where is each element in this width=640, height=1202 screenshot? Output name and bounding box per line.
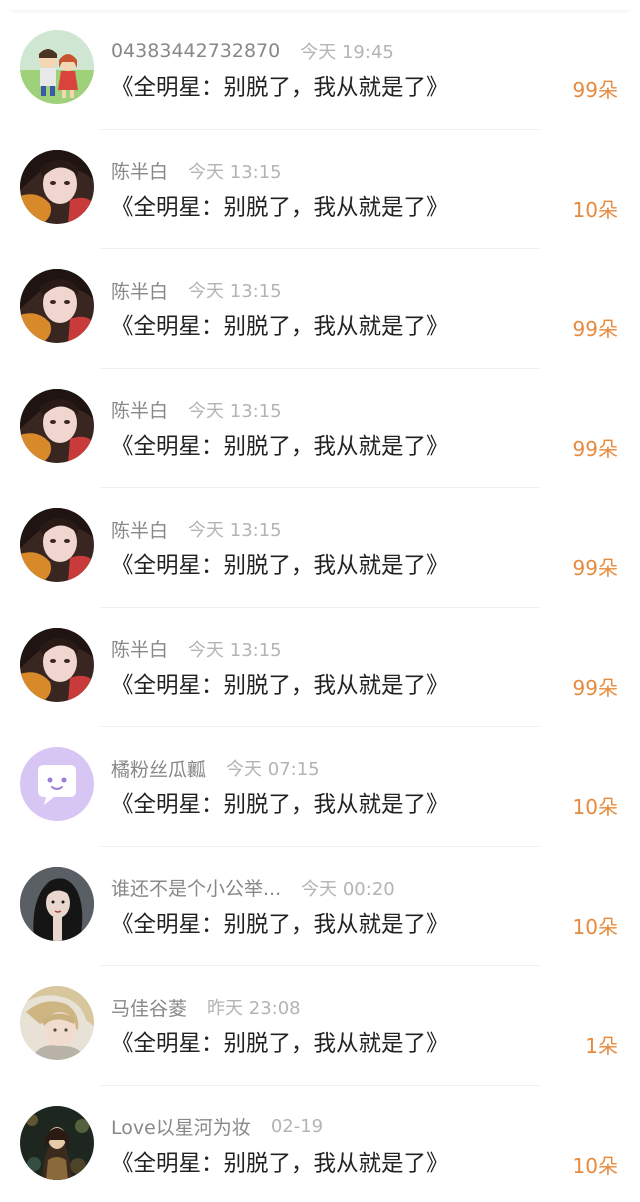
flower-count: 99朵 — [572, 675, 618, 700]
gift-notification-list: 04383442732870 今天 19:45 《全明星：别脱了，我从就是了》 … — [0, 10, 640, 1202]
avatar[interactable] — [20, 508, 94, 582]
timestamp: 今天 13:15 — [188, 400, 282, 422]
message-text: 《全明星：别脱了，我从就是了》 — [111, 1031, 449, 1057]
avatar[interactable] — [20, 269, 94, 343]
timestamp: 今天 13:15 — [188, 281, 282, 302]
timestamp: 今天 07:15 — [226, 759, 320, 780]
username[interactable]: 谁还不是个小公举... — [111, 874, 281, 901]
avatar[interactable] — [20, 1105, 94, 1180]
list-item[interactable]: 陈半白 今天 13:15 《全明星：别脱了，我从就是了》 99朵 — [0, 369, 640, 488]
message-text: 《全明星：别脱了，我从就是了》 — [111, 792, 449, 818]
list-item[interactable]: 橘粉丝瓜瓤 今天 07:15 《全明星：别脱了，我从就是了》 10朵 — [0, 727, 640, 847]
avatar[interactable] — [20, 30, 94, 104]
username[interactable]: 马佳谷菱 — [111, 994, 187, 1021]
flower-count: 99朵 — [572, 436, 618, 461]
timestamp: 02-19 — [270, 1116, 324, 1137]
message-text: 《全明星：别脱了，我从就是了》 — [111, 672, 449, 699]
message-text: 《全明星：别脱了，我从就是了》 — [111, 75, 449, 101]
list-item[interactable]: 陈半白 今天 13:15 《全明星：别脱了，我从就是了》 10朵 — [0, 130, 640, 249]
flower-count: 10朵 — [572, 914, 618, 939]
message-text: 《全明星：别脱了，我从就是了》 — [111, 314, 449, 340]
username[interactable]: 陈半白 — [111, 157, 168, 184]
timestamp: 今天 00:20 — [301, 878, 395, 900]
timestamp: 昨天 23:08 — [207, 998, 301, 1019]
username[interactable]: 04383442732870 — [111, 40, 280, 62]
avatar[interactable] — [20, 627, 94, 702]
avatar[interactable] — [20, 149, 94, 224]
flower-count: 1朵 — [585, 1034, 618, 1058]
message-text: 《全明星：别脱了，我从就是了》 — [111, 194, 449, 221]
list-item[interactable]: 陈半白 今天 13:15 《全明星：别脱了，我从就是了》 99朵 — [0, 608, 640, 727]
username[interactable]: Love以星河为妆 — [111, 1113, 251, 1140]
flower-count: 99朵 — [572, 317, 618, 341]
flower-count: 10朵 — [572, 197, 618, 222]
username[interactable]: 陈半白 — [111, 277, 168, 304]
message-text: 《全明星：别脱了，我从就是了》 — [111, 433, 449, 460]
avatar[interactable] — [20, 747, 94, 821]
username[interactable]: 陈半白 — [111, 396, 168, 423]
timestamp: 今天 13:15 — [188, 161, 282, 183]
flower-count: 99朵 — [572, 78, 618, 102]
username[interactable]: 陈半白 — [111, 635, 168, 662]
list-item[interactable]: 陈半白 今天 13:15 《全明星：别脱了，我从就是了》 99朵 — [0, 488, 640, 608]
timestamp: 今天 19:45 — [300, 42, 394, 63]
list-item[interactable]: 04383442732870 今天 19:45 《全明星：别脱了，我从就是了》 … — [0, 10, 640, 130]
timestamp: 今天 13:15 — [188, 639, 282, 661]
message-text: 《全明星：别脱了，我从就是了》 — [111, 911, 449, 938]
flower-count: 99朵 — [572, 556, 618, 580]
username[interactable]: 橘粉丝瓜瓤 — [111, 755, 206, 782]
username[interactable]: 陈半白 — [111, 516, 168, 543]
flower-count: 10朵 — [572, 1153, 618, 1178]
avatar[interactable] — [20, 986, 94, 1060]
list-item[interactable]: 马佳谷菱 昨天 23:08 《全明星：别脱了，我从就是了》 1朵 — [0, 966, 640, 1086]
message-text: 《全明星：别脱了，我从就是了》 — [111, 1150, 449, 1177]
timestamp: 今天 13:15 — [188, 520, 282, 541]
avatar[interactable] — [20, 866, 94, 941]
avatar[interactable] — [20, 388, 94, 463]
top-card-edge — [0, 0, 640, 10]
flower-count: 10朵 — [572, 795, 618, 819]
list-item[interactable]: 陈半白 今天 13:15 《全明星：别脱了，我从就是了》 99朵 — [0, 249, 640, 369]
list-item[interactable]: 谁还不是个小公举... 今天 00:20 《全明星：别脱了，我从就是了》 10朵 — [0, 847, 640, 966]
message-text: 《全明星：别脱了，我从就是了》 — [111, 553, 449, 579]
list-item[interactable]: Love以星河为妆 02-19 《全明星：别脱了，我从就是了》 10朵 — [0, 1086, 640, 1202]
